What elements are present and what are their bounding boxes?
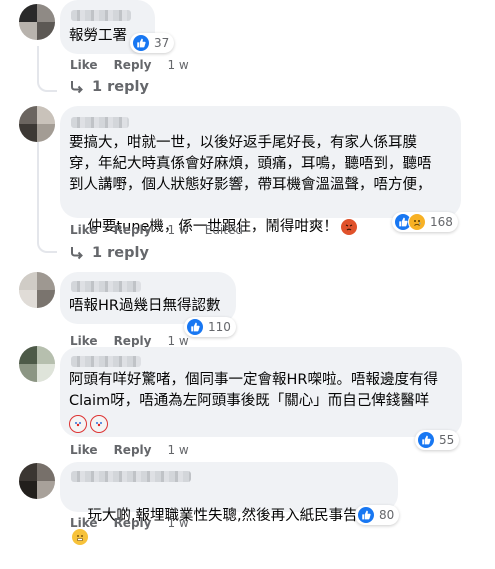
- clown-face-emoji: [90, 415, 108, 433]
- reaction-count: 37: [154, 36, 170, 50]
- comment-actions: Like Reply 1 w Edited: [70, 223, 259, 237]
- like-button[interactable]: Like: [70, 334, 98, 348]
- sad-face-icon: [408, 213, 426, 231]
- comment-bubble: 要搞大，咁就一世，以後好返手尾好長，有家人係耳膜 穿，年紀大時真係會好麻煩，頭痛…: [60, 106, 461, 235]
- comment-actions: Like Reply 1 w: [70, 58, 205, 72]
- reply-button[interactable]: Reply: [114, 58, 152, 72]
- timestamp[interactable]: 1 w: [167, 334, 188, 348]
- commenter-name[interactable]: [71, 471, 191, 482]
- avatar[interactable]: [19, 346, 55, 382]
- reaction-count: 80: [379, 508, 395, 522]
- comment-bubble: 玩大啲,報埋職業性失聰,然後再入紙民事告9佢: [60, 462, 398, 545]
- commenter-name[interactable]: [71, 10, 131, 21]
- reply-arrow-icon: [71, 81, 83, 94]
- commenter-name[interactable]: [71, 281, 141, 292]
- like-button[interactable]: Like: [70, 516, 98, 530]
- comment-bubble: 阿頭有咩好驚啫，個同事一定會報HR㗎啦。唔報邊度有得 Claim呀，唔通為左阿頭…: [60, 347, 462, 437]
- edited-label[interactable]: Edited: [205, 223, 243, 237]
- commenter-name[interactable]: [71, 356, 141, 367]
- comment-text-line: 阿頭有咩好驚啫，個同事一定會報HR㗎啦。唔報邊度有得: [69, 372, 438, 388]
- comment-text-line: 穿，年紀大時真係會好麻煩，頭痛，耳鳴，聽唔到，聽唔: [69, 156, 432, 172]
- like-button[interactable]: Like: [70, 58, 98, 72]
- commenter-name[interactable]: [71, 117, 129, 128]
- reaction-count: 168: [430, 215, 453, 229]
- timestamp[interactable]: 1 w: [167, 516, 188, 530]
- like-button[interactable]: Like: [70, 443, 98, 457]
- thumbs-up-icon: [132, 34, 150, 52]
- reply-button[interactable]: Reply: [114, 443, 152, 457]
- reaction-count: 55: [439, 433, 455, 447]
- thread-line: [37, 142, 39, 238]
- avatar[interactable]: [19, 463, 55, 499]
- reaction-summary[interactable]: 80: [355, 505, 400, 525]
- reaction-summary[interactable]: 168: [392, 212, 458, 232]
- view-replies-button[interactable]: 1 reply: [70, 245, 149, 261]
- comment-text: 報勞工署: [69, 28, 127, 44]
- reaction-summary[interactable]: 55: [415, 430, 460, 450]
- replies-count-label: 1 reply: [92, 79, 149, 95]
- reaction-summary[interactable]: 37: [130, 33, 175, 53]
- clown-face-emoji: [69, 415, 87, 433]
- avatar[interactable]: [19, 106, 55, 142]
- timestamp[interactable]: 1 w: [167, 58, 188, 72]
- comment-text-line: Claim呀，唔通為左阿頭事後既「關心」而自己俾錢醫咩: [69, 393, 430, 409]
- reply-arrow-icon: [71, 247, 83, 260]
- comment-text-line: 要搞大，咁就一世，以後好返手尾好長，有家人係耳膜: [69, 135, 417, 151]
- comment-text: 唔報HR過幾日無得認數: [69, 298, 221, 314]
- thread-curve: [37, 233, 57, 253]
- view-replies-button[interactable]: 1 reply: [70, 79, 149, 95]
- like-button[interactable]: Like: [70, 223, 98, 237]
- sweat-smile-emoji: [72, 529, 88, 545]
- reply-button[interactable]: Reply: [114, 223, 152, 237]
- reaction-count: 110: [208, 320, 231, 334]
- reply-button[interactable]: Reply: [114, 516, 152, 530]
- angry-face-emoji: [340, 219, 357, 235]
- reply-button[interactable]: Reply: [114, 334, 152, 348]
- timestamp[interactable]: 1 w: [167, 223, 188, 237]
- avatar[interactable]: [19, 4, 55, 40]
- avatar[interactable]: [19, 272, 55, 308]
- timestamp[interactable]: 1 w: [167, 443, 188, 457]
- comment-actions: Like Reply 1 w: [70, 516, 205, 530]
- thumbs-up-icon: [357, 506, 375, 524]
- comment-actions: Like Reply 1 w: [70, 334, 205, 348]
- comment-actions: Like Reply 1 w: [70, 443, 205, 457]
- thumbs-up-icon: [417, 431, 435, 449]
- thread-curve: [37, 72, 57, 92]
- clown-emoji-pair: [69, 415, 108, 433]
- comment-text-line: 到人講嘢，個人狀態好影響，帶耳機會溫溫聲，唔方便，: [69, 177, 432, 193]
- replies-count-label: 1 reply: [92, 245, 149, 261]
